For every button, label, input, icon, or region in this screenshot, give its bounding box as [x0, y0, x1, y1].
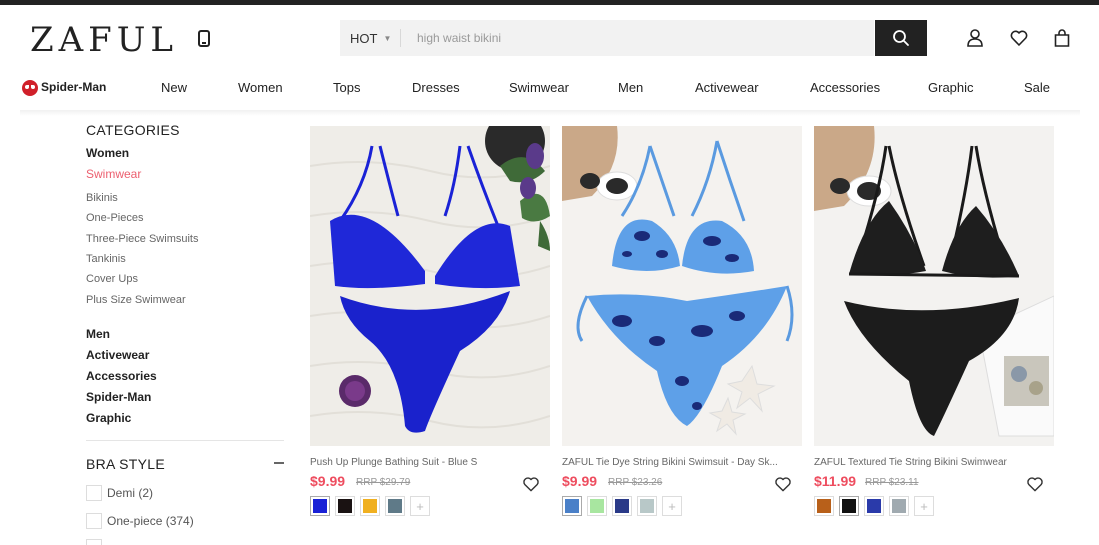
- nav-item-sale[interactable]: Sale: [1024, 80, 1050, 95]
- subcategory-plus-size[interactable]: Plus Size Swimwear: [86, 294, 186, 306]
- product-rrp: RRP $29.79: [356, 477, 411, 488]
- search-button[interactable]: [875, 20, 927, 56]
- chevron-down-icon: ▼: [383, 33, 392, 43]
- color-swatch[interactable]: [587, 496, 607, 516]
- category-spider-man[interactable]: Spider-Man: [86, 390, 151, 404]
- bag-icon[interactable]: [1052, 28, 1072, 48]
- search-input[interactable]: [417, 31, 857, 45]
- nav-item-tops[interactable]: Tops: [333, 80, 360, 95]
- color-swatch[interactable]: [814, 496, 834, 516]
- nav-item-graphic[interactable]: Graphic: [928, 80, 974, 95]
- wishlist-heart-icon[interactable]: [522, 476, 540, 492]
- color-swatch[interactable]: [839, 496, 859, 516]
- category-swimwear[interactable]: Swimwear: [86, 167, 141, 181]
- subcategory-cover-ups[interactable]: Cover Ups: [86, 273, 138, 285]
- color-swatch[interactable]: [310, 496, 330, 516]
- category-graphic[interactable]: Graphic: [86, 411, 131, 425]
- wishlist-heart-icon[interactable]: [1026, 476, 1044, 492]
- nav-item-accessories[interactable]: Accessories: [810, 80, 880, 95]
- product-price: $9.99: [562, 473, 598, 489]
- nav-item-men[interactable]: Men: [618, 80, 643, 95]
- filter-demi[interactable]: Demi (2): [86, 485, 153, 501]
- nav-item-spider-man[interactable]: Spider-Man: [41, 80, 106, 94]
- product-price: $11.99: [814, 473, 857, 489]
- subcategory-tankinis[interactable]: Tankinis: [86, 253, 126, 265]
- checkbox[interactable]: [86, 485, 102, 501]
- search-category-label: HOT: [350, 30, 378, 46]
- nav-item-swimwear[interactable]: Swimwear: [509, 80, 569, 95]
- search-bar[interactable]: HOT ▼: [340, 20, 874, 56]
- search-icon: [893, 30, 909, 46]
- more-colors-button[interactable]: +: [914, 496, 934, 516]
- color-swatch[interactable]: [637, 496, 657, 516]
- color-swatch[interactable]: [360, 496, 380, 516]
- category-accessories[interactable]: Accessories: [86, 369, 157, 383]
- category-men[interactable]: Men: [86, 327, 110, 341]
- subcategory-one-pieces[interactable]: One-Pieces: [86, 212, 143, 224]
- phone-icon[interactable]: [198, 30, 210, 47]
- filter-demi-label: Demi (2): [107, 486, 154, 500]
- main-nav: Spider-Man New Women Tops Dresses Swimwe…: [0, 76, 1099, 100]
- subcategory-three-piece[interactable]: Three-Piece Swimsuits: [86, 233, 198, 245]
- product-image[interactable]: [562, 126, 802, 446]
- checkbox[interactable]: [86, 539, 102, 545]
- filter-one-piece[interactable]: One-piece (374): [86, 513, 194, 529]
- categories-heading: CATEGORIES: [86, 122, 180, 138]
- search-category-select[interactable]: HOT ▼: [340, 31, 400, 46]
- subcategory-bikinis[interactable]: Bikinis: [86, 192, 118, 204]
- product-title[interactable]: ZAFUL Tie Dye String Bikini Swimsuit - D…: [562, 457, 792, 468]
- nav-item-new[interactable]: New: [161, 80, 187, 95]
- color-swatch[interactable]: [864, 496, 884, 516]
- wishlist-heart-icon[interactable]: [774, 476, 792, 492]
- more-colors-button[interactable]: +: [410, 496, 430, 516]
- nav-divider: [20, 110, 1080, 116]
- filter-one-piece-label: One-piece (374): [107, 514, 194, 528]
- search-divider: [400, 29, 401, 47]
- zaful-logo[interactable]: ZAFUL: [30, 20, 178, 60]
- color-swatches: +: [814, 496, 934, 516]
- bra-style-heading[interactable]: BRA STYLE: [86, 456, 165, 472]
- product-image[interactable]: [310, 126, 550, 446]
- top-border: [0, 0, 1099, 5]
- nav-item-dresses[interactable]: Dresses: [412, 80, 460, 95]
- product-image[interactable]: [814, 126, 1054, 446]
- color-swatch[interactable]: [385, 496, 405, 516]
- color-swatch[interactable]: [612, 496, 632, 516]
- filter-more[interactable]: [86, 539, 102, 545]
- color-swatch[interactable]: [889, 496, 909, 516]
- minus-icon[interactable]: [274, 462, 284, 464]
- category-women[interactable]: Women: [86, 146, 129, 160]
- nav-item-activewear[interactable]: Activewear: [695, 80, 759, 95]
- product-title[interactable]: ZAFUL Textured Tie String Bikini Swimwea…: [814, 457, 1044, 468]
- color-swatch[interactable]: [335, 496, 355, 516]
- checkbox[interactable]: [86, 513, 102, 529]
- product-title[interactable]: Push Up Plunge Bathing Suit - Blue S: [310, 457, 540, 468]
- heart-icon[interactable]: [1009, 28, 1029, 48]
- more-colors-button[interactable]: +: [662, 496, 682, 516]
- user-icon[interactable]: [965, 28, 985, 48]
- color-swatches: +: [310, 496, 430, 516]
- color-swatches: +: [562, 496, 682, 516]
- product-price: $9.99: [310, 473, 346, 489]
- category-activewear[interactable]: Activewear: [86, 348, 149, 362]
- sidebar-divider: [86, 440, 284, 441]
- nav-item-women[interactable]: Women: [238, 80, 283, 95]
- product-rrp: RRP $23.11: [865, 477, 919, 488]
- product-rrp: RRP $23.26: [608, 477, 663, 488]
- color-swatch[interactable]: [562, 496, 582, 516]
